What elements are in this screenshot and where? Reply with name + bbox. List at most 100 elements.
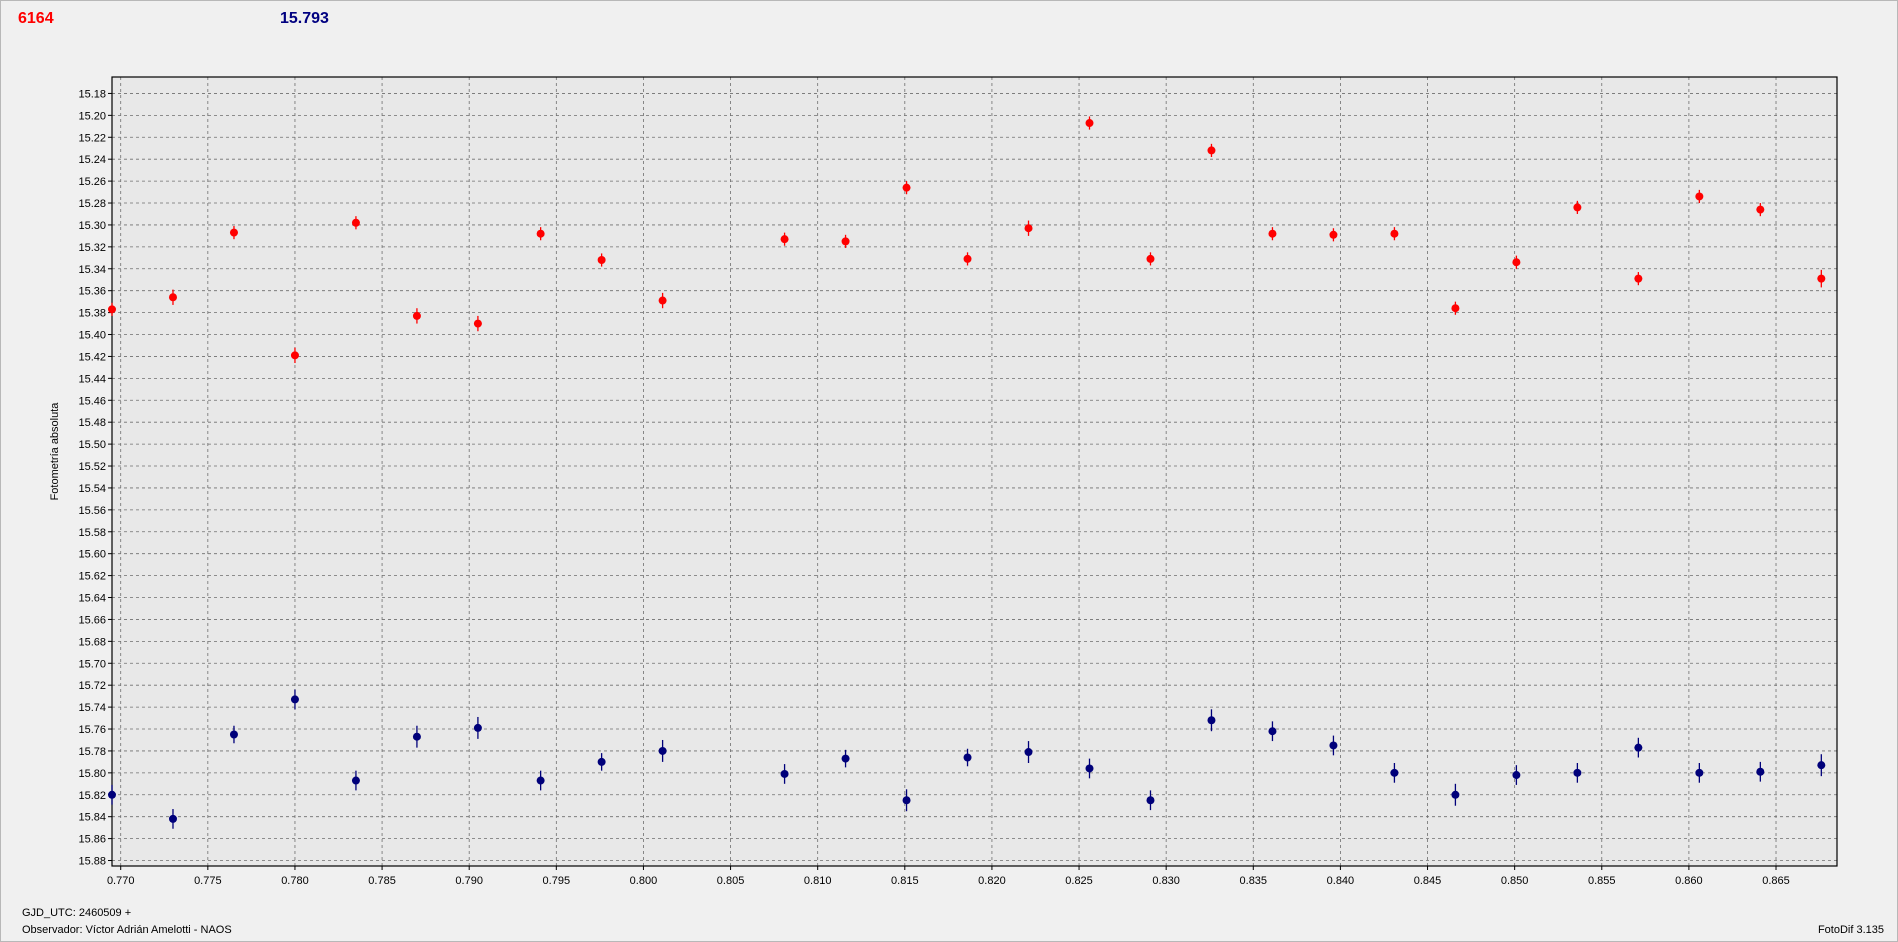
series-1-point [108,305,116,314]
y-tick-label: 15.64 [78,593,106,605]
x-tick-label: 0.865 [1762,875,1790,887]
plot-area [112,77,1837,866]
series-1-point [1573,203,1582,212]
x-tick-label: 0.850 [1501,875,1529,887]
series-2-point [290,695,299,704]
series-2-point [1085,764,1094,773]
x-tick-label: 0.825 [1065,875,1093,887]
y-tick-label: 15.66 [78,614,106,626]
series-1-point [290,351,299,360]
y-tick-label: 15.42 [78,351,106,363]
footer-gjd: GJD_UTC: 2460509 + [22,907,132,919]
y-tick-label: 15.84 [78,812,106,824]
y-tick-label: 15.28 [78,198,106,210]
y-tick-label: 15.48 [78,417,106,429]
series-1-point [1207,146,1216,155]
series-1-point [780,235,789,244]
y-tick-label: 15.30 [78,220,106,232]
x-tick-label: 0.795 [543,875,571,887]
y-tick-label: 15.70 [78,658,106,670]
x-tick-label: 0.775 [194,875,222,887]
y-tick-label: 15.22 [78,132,106,144]
footer-version: FotoDif 3.135 [1817,924,1884,936]
y-tick-label: 15.86 [78,834,106,846]
series-1-point [597,256,606,265]
series-2-point [168,814,177,823]
series-2-point [229,730,238,739]
x-tick-label: 0.815 [891,875,919,887]
series-1-point [168,293,177,302]
series-2-point [108,790,116,799]
x-tick-label: 0.860 [1675,875,1703,887]
series-2-point [658,746,667,755]
y-tick-label: 15.40 [78,330,106,342]
series-1-point [841,237,850,246]
x-tick-label: 0.835 [1240,875,1268,887]
y-tick-label: 15.60 [78,549,106,561]
series-2-point [1207,716,1216,725]
series-1-point [1695,192,1704,201]
series-1-point [1756,205,1765,214]
y-tick-label: 15.50 [78,439,106,451]
series-1-point [1085,119,1094,128]
series-1-point [902,183,911,192]
y-tick-label: 15.52 [78,461,106,473]
series-1-point [1817,274,1826,283]
y-tick-label: 15.20 [78,110,106,122]
y-tick-label: 15.18 [78,88,106,100]
x-tick-label: 0.820 [978,875,1006,887]
series-1-point [473,319,482,328]
series-2-point [1268,727,1277,736]
y-tick-label: 15.74 [78,702,106,714]
series-2-point [473,723,482,732]
y-tick-label: 15.72 [78,680,106,692]
series-1-point [1024,224,1033,233]
x-tick-label: 0.810 [804,875,832,887]
x-tick-label: 0.780 [281,875,309,887]
x-tick-label: 0.830 [1152,875,1180,887]
series-1-point [1390,229,1399,238]
series-1-point [229,228,238,237]
series-1-point [1451,304,1460,313]
series-2-point [597,757,606,766]
x-tick-label: 0.800 [630,875,658,887]
y-tick-label: 15.58 [78,527,106,539]
y-tick-label: 15.76 [78,724,106,736]
series-1-point [1146,254,1155,263]
x-tick-label: 0.855 [1588,875,1616,887]
series-2-point [1695,768,1704,777]
series-1-point [351,218,360,227]
y-tick-label: 15.68 [78,636,106,648]
series-1-point [1329,230,1338,239]
y-tick-label: 15.82 [78,790,106,802]
series-2-point [1146,796,1155,805]
series-1-point [658,296,667,305]
y-tick-label: 15.32 [78,242,106,254]
x-tick-label: 0.845 [1414,875,1442,887]
y-tick-label: 15.46 [78,395,106,407]
series-2-point [1390,768,1399,777]
y-tick-label: 15.54 [78,483,106,495]
series-2-point [1573,768,1582,777]
series-1-point [1268,229,1277,238]
x-tick-label: 0.770 [107,875,135,887]
photometry-chart: 15.18 15.20 15.22 15.24 15.26 15.28 15.30 15.32… [49,76,1838,887]
series-2-point [1756,767,1765,776]
y-tick-label: 15.44 [78,373,106,385]
series-2-point [351,776,360,785]
series-2-point [1512,771,1521,780]
series-2-point [1634,743,1643,752]
series-1-point [536,229,545,238]
series-1-point [963,254,972,263]
x-tick-label: 0.805 [717,875,745,887]
y-tick-label: 15.38 [78,308,106,320]
y-tick-label: 15.26 [78,176,106,188]
series-2-point [902,796,911,805]
x-tick-label: 0.840 [1327,875,1355,887]
x-tick-label: 0.790 [455,875,483,887]
y-tick-label: 15.34 [78,264,106,276]
series-2-point [536,776,545,785]
series-2-point [1024,748,1033,757]
series-2-point [963,753,972,762]
series-2-point [841,754,850,763]
